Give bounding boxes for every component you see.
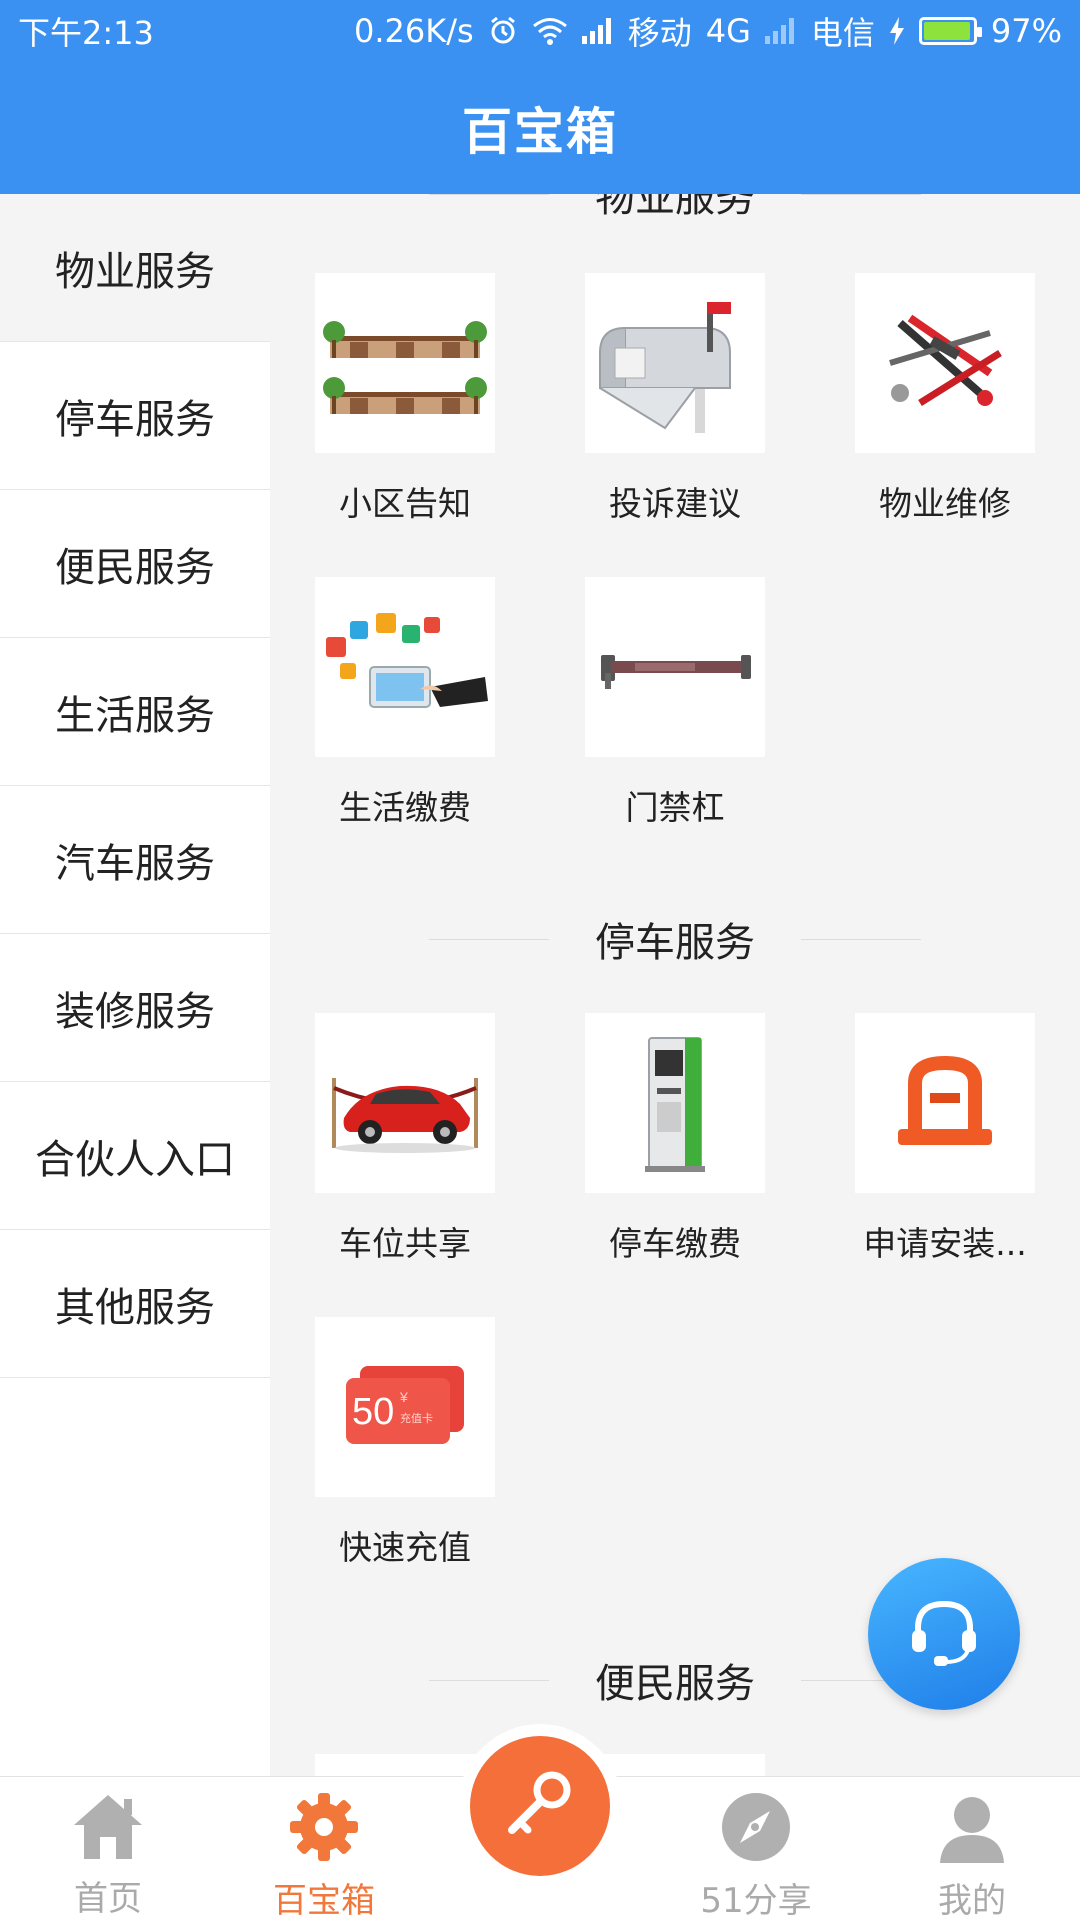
compass-icon — [720, 1791, 792, 1867]
sidebar-item-decoration[interactable]: 装修服务 — [0, 934, 270, 1082]
section-title: 停车服务 — [595, 920, 755, 966]
mailbox-icon — [585, 273, 765, 453]
nav-label: 百宝箱 — [273, 1881, 375, 1920]
service-tile-gate-bar[interactable]: 门禁杠 — [585, 577, 765, 829]
divider — [429, 1679, 549, 1681]
divider — [801, 194, 921, 195]
nav-label: 我的 — [938, 1881, 1006, 1920]
nav-center-key-button[interactable] — [470, 1736, 610, 1876]
tile-label: 门禁杠 — [625, 788, 725, 827]
sidebar-item-label: 物业服务 — [55, 248, 215, 295]
home-icon — [70, 1791, 146, 1865]
customer-service-icon — [904, 1592, 984, 1676]
battery-level — [923, 22, 971, 40]
sidebar-item-partner[interactable]: 合伙人入口 — [0, 1082, 270, 1230]
tile-label: 车位共享 — [339, 1224, 471, 1263]
nav-home[interactable]: 首页 — [0, 1777, 216, 1920]
recharge-currency: ¥ — [399, 1389, 408, 1405]
parking-lock-icon — [855, 1013, 1035, 1193]
service-tile-spot-share[interactable]: 车位共享 — [315, 1013, 495, 1265]
sidebar-item-property[interactable]: 物业服务 — [0, 194, 270, 342]
tile-label: 物业维修 — [879, 484, 1011, 523]
gear-icon — [288, 1791, 360, 1867]
service-tile-partial[interactable] — [315, 1754, 495, 1776]
divider — [801, 938, 921, 940]
tile-label: 投诉建议 — [609, 484, 741, 523]
life-payment-icon — [315, 577, 495, 757]
sidebar-item-label: 便民服务 — [55, 544, 215, 591]
network-speed: 0.26K/s — [354, 12, 474, 50]
service-tile-complaint[interactable]: 投诉建议 — [585, 273, 765, 525]
battery-percent: 97% — [990, 12, 1062, 50]
nav-toolbox[interactable]: 百宝箱 — [216, 1777, 432, 1920]
battery-icon — [918, 17, 982, 45]
section-title: 便民服务 — [595, 1661, 755, 1707]
service-tile-life-payment[interactable]: 生活缴费 — [315, 577, 495, 829]
sidebar-item-label: 装修服务 — [55, 988, 215, 1035]
recharge-amount: 50 — [352, 1391, 394, 1433]
service-tile-partial[interactable] — [585, 1754, 765, 1776]
user-icon — [936, 1791, 1008, 1867]
sidebar-item-label: 停车服务 — [55, 396, 215, 443]
sidebar-item-other[interactable]: 其他服务 — [0, 1230, 270, 1378]
tile-label: 申请安装... — [863, 1224, 1027, 1263]
tile-label: 停车缴费 — [609, 1224, 741, 1263]
status-bar: 下午2:13 0.26K/s 移动 4G 电信 97% — [0, 0, 1080, 62]
nav-label: 首页 — [74, 1879, 142, 1919]
service-tile-repair[interactable]: 物业维修 — [855, 273, 1035, 525]
community-notice-icon — [315, 273, 495, 453]
sidebar-item-label: 合伙人入口 — [35, 1136, 235, 1183]
tile-label: 生活缴费 — [339, 788, 471, 827]
alarm-icon — [488, 16, 518, 46]
sidebar-item-label: 其他服务 — [55, 1284, 215, 1331]
signal-weak-icon — [764, 18, 797, 44]
carrier-1: 移动 — [627, 14, 692, 52]
sidebar-item-parking[interactable]: 停车服务 — [0, 342, 270, 490]
nav-mine[interactable]: 我的 — [864, 1777, 1080, 1920]
status-time: 下午2:13 — [18, 14, 154, 52]
signal-icon — [581, 18, 614, 44]
gate-bar-icon — [585, 577, 765, 757]
carrier-2: 电信 — [810, 14, 875, 52]
category-sidebar: 物业服务 停车服务 便民服务 生活服务 汽车服务 装修服务 合伙人入口 其他服务 — [0, 194, 270, 1776]
section-header-property: 物业服务 — [270, 194, 1080, 224]
tile-label: 快速充值 — [339, 1528, 471, 1567]
service-tile-parking-pay[interactable]: 停车缴费 — [585, 1013, 765, 1265]
sidebar-item-car[interactable]: 汽车服务 — [0, 786, 270, 934]
service-tile-apply-install[interactable]: 申请安装... — [855, 1013, 1035, 1265]
sidebar-item-convenience[interactable]: 便民服务 — [0, 490, 270, 638]
tile-label: 小区告知 — [339, 484, 471, 523]
sidebar-item-label: 汽车服务 — [55, 840, 215, 887]
car-icon — [315, 1013, 495, 1193]
charging-icon — [889, 17, 905, 45]
section-header-parking: 停车服务 — [270, 909, 1080, 969]
service-tile-quick-recharge[interactable]: 50 ¥ 充值卡 快速充值 — [315, 1317, 495, 1569]
sidebar-item-life[interactable]: 生活服务 — [0, 638, 270, 786]
tools-icon — [855, 273, 1035, 453]
customer-service-button[interactable] — [868, 1558, 1020, 1710]
page-title: 百宝箱 — [462, 103, 618, 161]
parking-kiosk-icon — [585, 1013, 765, 1193]
network-type: 4G — [705, 12, 751, 50]
divider — [429, 194, 549, 195]
top-bar: 下午2:13 0.26K/s 移动 4G 电信 97% 百宝箱 — [0, 0, 1080, 194]
recharge-card-icon: 50 ¥ 充值卡 — [315, 1317, 495, 1497]
nav-share[interactable]: 51分享 — [648, 1777, 864, 1920]
wifi-icon — [532, 17, 568, 45]
section-title: 物业服务 — [595, 194, 755, 221]
service-tile-community-notice[interactable]: 小区告知 — [315, 273, 495, 525]
service-content[interactable]: 物业服务 小区告知 投诉建议 物业维修 生活缴费 门禁杠 停车服务 车位共享 停… — [270, 194, 1080, 1776]
sidebar-item-label: 生活服务 — [55, 692, 215, 739]
divider — [429, 938, 549, 940]
nav-label: 51分享 — [700, 1881, 812, 1920]
key-icon — [500, 1764, 580, 1848]
recharge-caption: 充值卡 — [400, 1411, 433, 1425]
